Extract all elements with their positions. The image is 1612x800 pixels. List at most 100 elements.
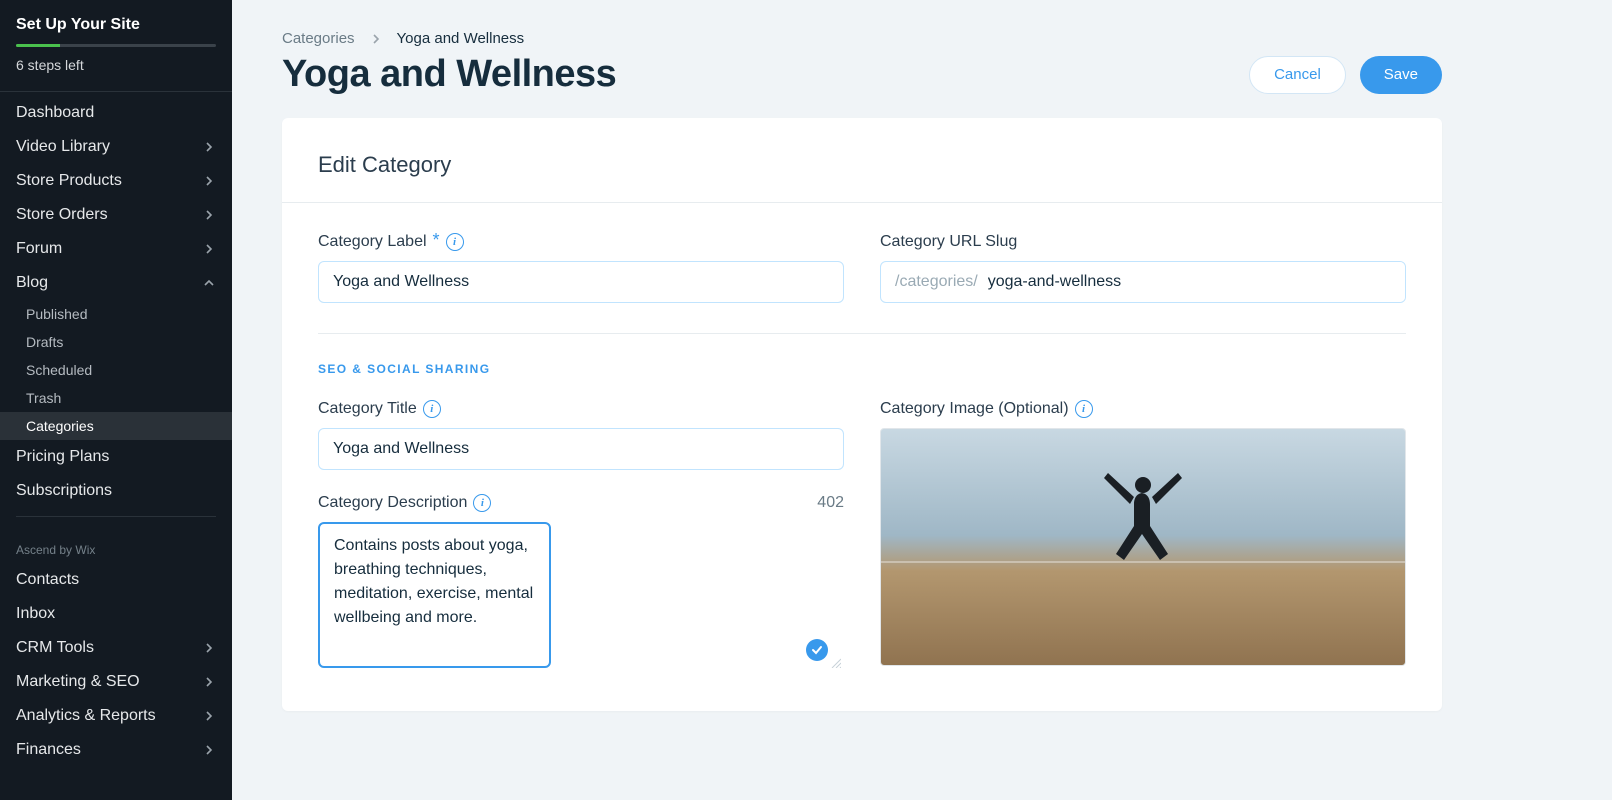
sidebar-sub-categories[interactable]: Categories [0,412,232,440]
sidebar-item-label: Blog [16,274,48,292]
field-label-text: Category Title [318,400,417,418]
sidebar-item-analytics-reports[interactable]: Analytics & Reports [0,699,232,733]
sidebar-sub-drafts[interactable]: Drafts [0,328,232,356]
chevron-right-icon [369,33,383,45]
card-divider [282,202,1442,203]
sidebar-item-label: Inbox [16,605,55,623]
sidebar-sub-label: Categories [26,418,94,434]
field-category-image: Category Image (Optional) i [880,400,1406,671]
card-divider [318,333,1406,334]
sidebar-section-ascend-label: Ascend by Wix [0,525,232,563]
save-button[interactable]: Save [1360,56,1442,94]
sidebar-sub-published[interactable]: Published [0,300,232,328]
breadcrumb-current: Yoga and Wellness [397,30,525,47]
sidebar-item-label: Store Orders [16,206,108,224]
chevron-right-icon [202,743,216,757]
required-asterisk: * [433,231,440,249]
sidebar-item-label: Video Library [16,138,110,156]
edit-category-card: Edit Category Category Label * i Categor… [282,118,1442,711]
category-title-label: Category Title i [318,400,844,418]
seo-section-heading: SEO & SOCIAL SHARING [318,362,1406,376]
chevron-right-icon [202,709,216,723]
resize-handle-icon [829,656,841,668]
sidebar-item-label: Contacts [16,571,79,589]
breadcrumb: Categories Yoga and Wellness [282,30,1442,47]
sidebar-item-blog[interactable]: Blog [0,266,232,300]
chevron-right-icon [202,208,216,222]
category-slug-label: Category URL Slug [880,233,1406,251]
sidebar-item-store-orders[interactable]: Store Orders [0,198,232,232]
main-content: Categories Yoga and Wellness Yoga and We… [232,0,1612,800]
setup-progress-box[interactable]: Set Up Your Site 6 steps left [0,0,232,92]
yoga-silhouette-icon [1088,467,1198,607]
sidebar-item-subscriptions[interactable]: Subscriptions [0,474,232,508]
sidebar-item-label: Dashboard [16,104,94,122]
category-title-input[interactable] [318,428,844,470]
info-icon[interactable]: i [1075,400,1093,418]
card-heading: Edit Category [318,152,1406,178]
field-label-text: Category URL Slug [880,233,1017,251]
info-icon[interactable]: i [446,233,464,251]
sidebar-item-label: Pricing Plans [16,448,109,466]
setup-steps-left: 6 steps left [16,57,216,73]
sidebar-item-store-products[interactable]: Store Products [0,164,232,198]
setup-progress-fill [16,44,60,47]
slug-prefix: /categories/ [881,273,988,291]
page-header: Yoga and Wellness Cancel Save [282,53,1442,96]
sidebar-item-label: Finances [16,741,81,759]
field-label-text: Category Label [318,233,427,251]
sidebar-item-pricing-plans[interactable]: Pricing Plans [0,440,232,474]
sidebar-item-contacts[interactable]: Contacts [0,563,232,597]
sidebar-sub-scheduled[interactable]: Scheduled [0,356,232,384]
char-count: 402 [817,494,844,512]
chevron-right-icon [202,140,216,154]
category-label-input[interactable] [318,261,844,303]
chevron-right-icon [202,174,216,188]
sidebar-item-label: CRM Tools [16,639,94,657]
field-category-slug: Category URL Slug /categories/ [880,233,1406,303]
info-icon[interactable]: i [423,400,441,418]
page-title: Yoga and Wellness [282,53,616,96]
sidebar-item-label: Marketing & SEO [16,673,140,691]
category-description-label-row: Category Description i 402 [318,494,844,512]
chevron-right-icon [202,675,216,689]
valid-check-icon [806,639,828,661]
field-category-title: Category Title i [318,400,844,470]
sidebar-item-inbox[interactable]: Inbox [0,597,232,631]
chevron-right-icon [202,242,216,256]
setup-title: Set Up Your Site [16,16,216,34]
breadcrumb-root[interactable]: Categories [282,30,355,47]
sidebar-sub-label: Published [26,306,88,322]
info-icon[interactable]: i [473,494,491,512]
field-category-label: Category Label * i [318,233,844,303]
sidebar: Set Up Your Site 6 steps left Dashboard … [0,0,232,800]
field-label-text: Category Image (Optional) [880,400,1069,418]
category-label-label: Category Label * i [318,233,844,251]
sidebar-sub-label: Scheduled [26,362,92,378]
category-description-textarea[interactable] [318,522,551,668]
sidebar-item-finances[interactable]: Finances [0,733,232,767]
sidebar-item-crm-tools[interactable]: CRM Tools [0,631,232,665]
sidebar-item-dashboard[interactable]: Dashboard [0,96,232,130]
cancel-button[interactable]: Cancel [1249,56,1346,94]
field-label-text: Category Description [318,494,467,512]
category-image-label: Category Image (Optional) i [880,400,1406,418]
chevron-right-icon [202,641,216,655]
sidebar-item-forum[interactable]: Forum [0,232,232,266]
sidebar-divider [16,516,216,517]
sidebar-sub-label: Drafts [26,334,63,350]
sidebar-item-label: Store Products [16,172,122,190]
field-category-description: Category Description i 402 [318,494,844,671]
category-image-preview[interactable] [880,428,1406,666]
category-slug-input[interactable] [988,262,1405,302]
sidebar-item-video-library[interactable]: Video Library [0,130,232,164]
chevron-up-icon [202,276,216,290]
nav-section-main: Dashboard Video Library Store Products S… [0,92,232,771]
sidebar-item-label: Forum [16,240,62,258]
sidebar-sub-label: Trash [26,390,61,406]
slug-input-wrap[interactable]: /categories/ [880,261,1406,303]
sidebar-item-marketing-seo[interactable]: Marketing & SEO [0,665,232,699]
header-actions: Cancel Save [1249,56,1442,94]
sidebar-sub-trash[interactable]: Trash [0,384,232,412]
sidebar-item-label: Analytics & Reports [16,707,156,725]
